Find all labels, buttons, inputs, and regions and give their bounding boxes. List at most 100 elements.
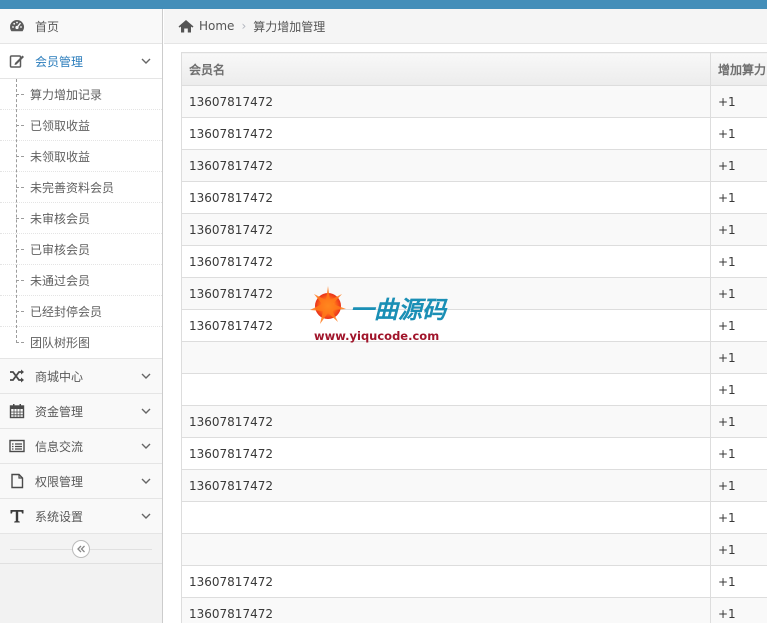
cell-member-name: 13607817472 bbox=[181, 149, 711, 182]
sidebar-item-permission-management[interactable]: 权限管理 bbox=[0, 464, 162, 499]
edit-icon bbox=[8, 52, 26, 70]
submenu-item-label: 已审核会员 bbox=[30, 242, 91, 257]
table-row[interactable]: +1 bbox=[181, 341, 767, 374]
sidebar-item-label: 首页 bbox=[35, 19, 60, 34]
table-row[interactable]: 13607817472 +1 bbox=[181, 277, 767, 310]
submenu-item-label: 未领取收益 bbox=[30, 149, 91, 164]
cell-member-name: 13607817472 bbox=[181, 469, 711, 502]
cell-member-name bbox=[181, 501, 711, 534]
cell-power-increase: +1 bbox=[710, 565, 767, 598]
cell-power-increase: +1 bbox=[710, 181, 767, 214]
cell-member-name bbox=[181, 533, 711, 566]
sidebar-item-label: 会员管理 bbox=[35, 54, 84, 69]
cell-power-increase: +1 bbox=[710, 213, 767, 246]
table-row[interactable]: 13607817472 +1 bbox=[181, 85, 767, 118]
breadcrumb-current: 算力增加管理 bbox=[253, 19, 326, 34]
main-content: Home › 算力增加管理 会员名 增加算力 13607817472 +1 1360… bbox=[164, 9, 767, 623]
shuffle-icon bbox=[8, 367, 26, 385]
sidebar-item-member-management[interactable]: 会员管理 bbox=[0, 44, 162, 79]
table-row[interactable]: 13607817472 +1 bbox=[181, 181, 767, 214]
cell-power-increase: +1 bbox=[710, 309, 767, 342]
data-table: 会员名 增加算力 13607817472 +1 13607817472 +1 13607… bbox=[181, 52, 767, 623]
cell-power-increase: +1 bbox=[710, 469, 767, 502]
submenu-item-label: 已经封停会员 bbox=[30, 304, 103, 319]
cell-member-name: 13607817472 bbox=[181, 597, 711, 623]
cell-power-increase: +1 bbox=[710, 501, 767, 534]
cell-member-name bbox=[181, 341, 711, 374]
home-icon bbox=[178, 20, 194, 33]
submenu-item[interactable]: 已领取收益 bbox=[0, 110, 162, 141]
chevron-down-icon bbox=[141, 58, 151, 64]
text-icon bbox=[8, 507, 26, 525]
cell-power-increase: +1 bbox=[710, 277, 767, 310]
sidebar-item-label: 资金管理 bbox=[35, 404, 84, 419]
file-icon bbox=[8, 472, 26, 490]
table-row[interactable]: 13607817472 +1 bbox=[181, 437, 767, 470]
table-row[interactable]: 13607817472 +1 bbox=[181, 469, 767, 502]
submenu-item[interactable]: 未审核会员 bbox=[0, 203, 162, 234]
chevron-down-icon bbox=[141, 373, 151, 379]
cell-member-name: 13607817472 bbox=[181, 565, 711, 598]
cell-member-name: 13607817472 bbox=[181, 309, 711, 342]
table-row[interactable]: 13607817472 +1 bbox=[181, 117, 767, 150]
sidebar-item-label: 商城中心 bbox=[35, 369, 84, 384]
calendar-icon bbox=[8, 402, 26, 420]
sidebar-item-label: 权限管理 bbox=[35, 474, 84, 489]
table-row[interactable]: +1 bbox=[181, 501, 767, 534]
data-table-container: 会员名 增加算力 13607817472 +1 13607817472 +1 13607… bbox=[181, 52, 767, 623]
table-row[interactable]: 13607817472 +1 bbox=[181, 405, 767, 438]
sidebar-item-label: 系统设置 bbox=[35, 509, 84, 524]
table-row[interactable]: 13607817472 +1 bbox=[181, 149, 767, 182]
sidebar-item-mall-center[interactable]: 商城中心 bbox=[0, 359, 162, 394]
table-row[interactable]: +1 bbox=[181, 533, 767, 566]
cell-member-name: 13607817472 bbox=[181, 437, 711, 470]
submenu-item[interactable]: 算力增加记录 bbox=[0, 79, 162, 110]
cell-power-increase: +1 bbox=[710, 341, 767, 374]
table-row[interactable]: 13607817472 +1 bbox=[181, 565, 767, 598]
column-header-member[interactable]: 会员名 bbox=[181, 52, 711, 86]
sidebar-collapse-bar bbox=[0, 534, 162, 564]
sidebar-item-fund-management[interactable]: 资金管理 bbox=[0, 394, 162, 429]
cell-member-name: 13607817472 bbox=[181, 181, 711, 214]
submenu-item[interactable]: 未完善资料会员 bbox=[0, 172, 162, 203]
sidebar-item-label: 信息交流 bbox=[35, 439, 84, 454]
sidebar-item-system-settings[interactable]: 系统设置 bbox=[0, 499, 162, 534]
table-row[interactable]: 13607817472 +1 bbox=[181, 309, 767, 342]
submenu-item[interactable]: 未领取收益 bbox=[0, 141, 162, 172]
table-header-row: 会员名 增加算力 bbox=[181, 52, 767, 86]
sidebar-item-home[interactable]: 首页 bbox=[0, 9, 162, 44]
table-body: 13607817472 +1 13607817472 +1 13607817472 +1 1… bbox=[181, 85, 767, 623]
double-chevron-left-icon bbox=[77, 545, 85, 552]
submenu-item-label: 未完善资料会员 bbox=[30, 180, 115, 195]
cell-member-name: 13607817472 bbox=[181, 117, 711, 150]
cell-power-increase: +1 bbox=[710, 245, 767, 278]
submenu-item-label: 未审核会员 bbox=[30, 211, 91, 226]
cell-power-increase: +1 bbox=[710, 117, 767, 150]
cell-power-increase: +1 bbox=[710, 597, 767, 623]
cell-power-increase: +1 bbox=[710, 85, 767, 118]
chevron-down-icon bbox=[141, 408, 151, 414]
top-navbar bbox=[0, 0, 767, 9]
dashboard-icon bbox=[8, 17, 26, 35]
cell-member-name: 13607817472 bbox=[181, 277, 711, 310]
table-row[interactable]: 13607817472 +1 bbox=[181, 597, 767, 623]
submenu-item[interactable]: 已审核会员 bbox=[0, 234, 162, 265]
chevron-down-icon bbox=[141, 478, 151, 484]
submenu-item[interactable]: 未通过会员 bbox=[0, 265, 162, 296]
chevron-down-icon bbox=[141, 443, 151, 449]
submenu-item-label: 未通过会员 bbox=[30, 273, 91, 288]
sidebar-collapse-button[interactable] bbox=[72, 539, 90, 558]
table-row[interactable]: 13607817472 +1 bbox=[181, 213, 767, 246]
table-row[interactable]: 13607817472 +1 bbox=[181, 245, 767, 278]
member-submenu: 算力增加记录 已领取收益 未领取收益 未完善资料会员 未审核会员 已审核会员 未… bbox=[0, 79, 162, 359]
submenu-item[interactable]: 团队树形图 bbox=[0, 327, 162, 358]
cell-power-increase: +1 bbox=[710, 373, 767, 406]
table-row[interactable]: +1 bbox=[181, 373, 767, 406]
cell-power-increase: +1 bbox=[710, 533, 767, 566]
sidebar-item-info-exchange[interactable]: 信息交流 bbox=[0, 429, 162, 464]
cell-power-increase: +1 bbox=[710, 149, 767, 182]
submenu-item[interactable]: 已经封停会员 bbox=[0, 296, 162, 327]
submenu-item-label: 算力增加记录 bbox=[30, 87, 103, 102]
breadcrumb-home-link[interactable]: Home bbox=[199, 19, 234, 33]
column-header-power[interactable]: 增加算力 bbox=[710, 52, 767, 86]
